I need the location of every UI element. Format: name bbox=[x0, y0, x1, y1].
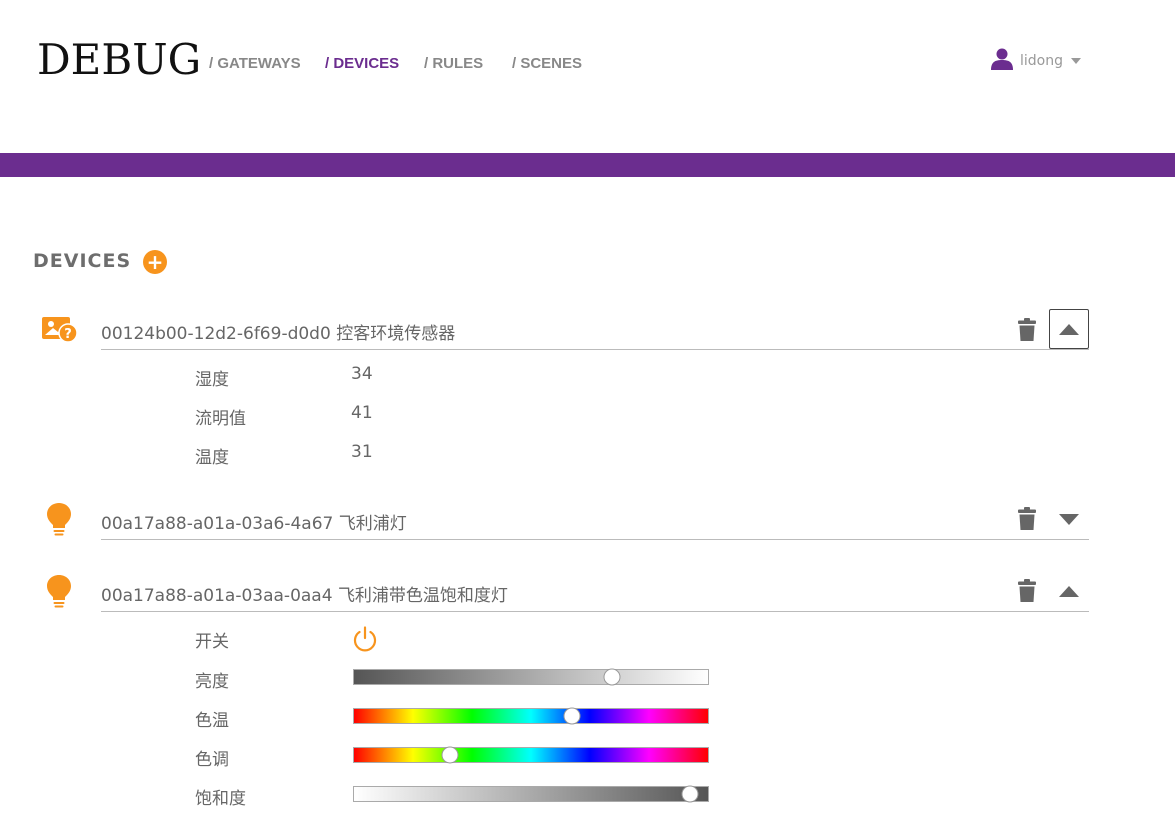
property-label: 流明值 bbox=[195, 409, 246, 429]
slider-knob[interactable] bbox=[603, 668, 621, 686]
hue-slider[interactable] bbox=[353, 746, 709, 764]
hue-label: 色调 bbox=[195, 750, 229, 770]
chevron-down-icon bbox=[1071, 58, 1081, 64]
slider-knob[interactable] bbox=[681, 785, 699, 803]
power-toggle[interactable] bbox=[352, 626, 378, 656]
svg-text:?: ? bbox=[64, 327, 72, 342]
expand-button[interactable] bbox=[1049, 499, 1089, 539]
header-band bbox=[0, 153, 1175, 177]
chevron-down-icon bbox=[1059, 513, 1079, 525]
delete-device-button[interactable] bbox=[1017, 318, 1037, 346]
device-title[interactable]: 00a17a88-a01a-03a6-4a67 飞利浦灯 bbox=[101, 509, 407, 534]
divider bbox=[101, 539, 1089, 540]
user-menu[interactable]: lidong bbox=[990, 47, 1081, 75]
property-value: 34 bbox=[351, 364, 373, 384]
power-icon bbox=[353, 626, 377, 652]
sensor-unknown-icon: ? bbox=[41, 316, 79, 348]
trash-icon bbox=[1018, 507, 1036, 530]
nav-gateways[interactable]: / GATEWAYS bbox=[209, 55, 301, 72]
divider bbox=[101, 349, 1089, 350]
lightbulb-icon bbox=[46, 502, 72, 542]
brightness-slider[interactable] bbox=[353, 668, 709, 686]
switch-label: 开关 bbox=[195, 632, 229, 652]
slider-knob[interactable] bbox=[563, 707, 581, 725]
trash-icon bbox=[1018, 318, 1036, 341]
saturation-slider[interactable] bbox=[353, 785, 709, 803]
page-title: DEVICES bbox=[33, 250, 132, 272]
property-label: 温度 bbox=[195, 448, 229, 468]
delete-device-button[interactable] bbox=[1017, 507, 1037, 535]
color-temperature-label: 色温 bbox=[195, 711, 229, 731]
brightness-label: 亮度 bbox=[195, 672, 229, 692]
trash-icon bbox=[1018, 579, 1036, 602]
plus-icon: + bbox=[146, 250, 164, 274]
user-icon bbox=[990, 47, 1014, 75]
collapse-button[interactable] bbox=[1049, 309, 1089, 349]
nav-rules[interactable]: / RULES bbox=[424, 55, 483, 72]
lightbulb-icon bbox=[46, 574, 72, 614]
saturation-label: 饱和度 bbox=[195, 789, 246, 809]
chevron-up-icon bbox=[1059, 585, 1079, 597]
nav-devices[interactable]: / DEVICES bbox=[325, 55, 399, 72]
divider bbox=[101, 611, 1089, 612]
collapse-button[interactable] bbox=[1049, 571, 1089, 611]
slider-knob[interactable] bbox=[441, 746, 459, 764]
nav-scenes[interactable]: / SCENES bbox=[512, 55, 582, 72]
property-value: 31 bbox=[351, 442, 373, 462]
user-name: lidong bbox=[1020, 53, 1063, 69]
add-device-button[interactable]: + bbox=[143, 250, 167, 274]
chevron-up-icon bbox=[1059, 323, 1079, 335]
property-label: 湿度 bbox=[195, 370, 229, 390]
color-temperature-slider[interactable] bbox=[353, 707, 709, 725]
app-logo: DEBUG bbox=[37, 35, 202, 84]
device-title[interactable]: 00124b00-12d2-6f69-d0d0 控客环境传感器 bbox=[101, 319, 455, 344]
device-title[interactable]: 00a17a88-a01a-03aa-0aa4 飞利浦带色温饱和度灯 bbox=[101, 581, 508, 606]
delete-device-button[interactable] bbox=[1017, 579, 1037, 607]
property-value: 41 bbox=[351, 403, 373, 423]
